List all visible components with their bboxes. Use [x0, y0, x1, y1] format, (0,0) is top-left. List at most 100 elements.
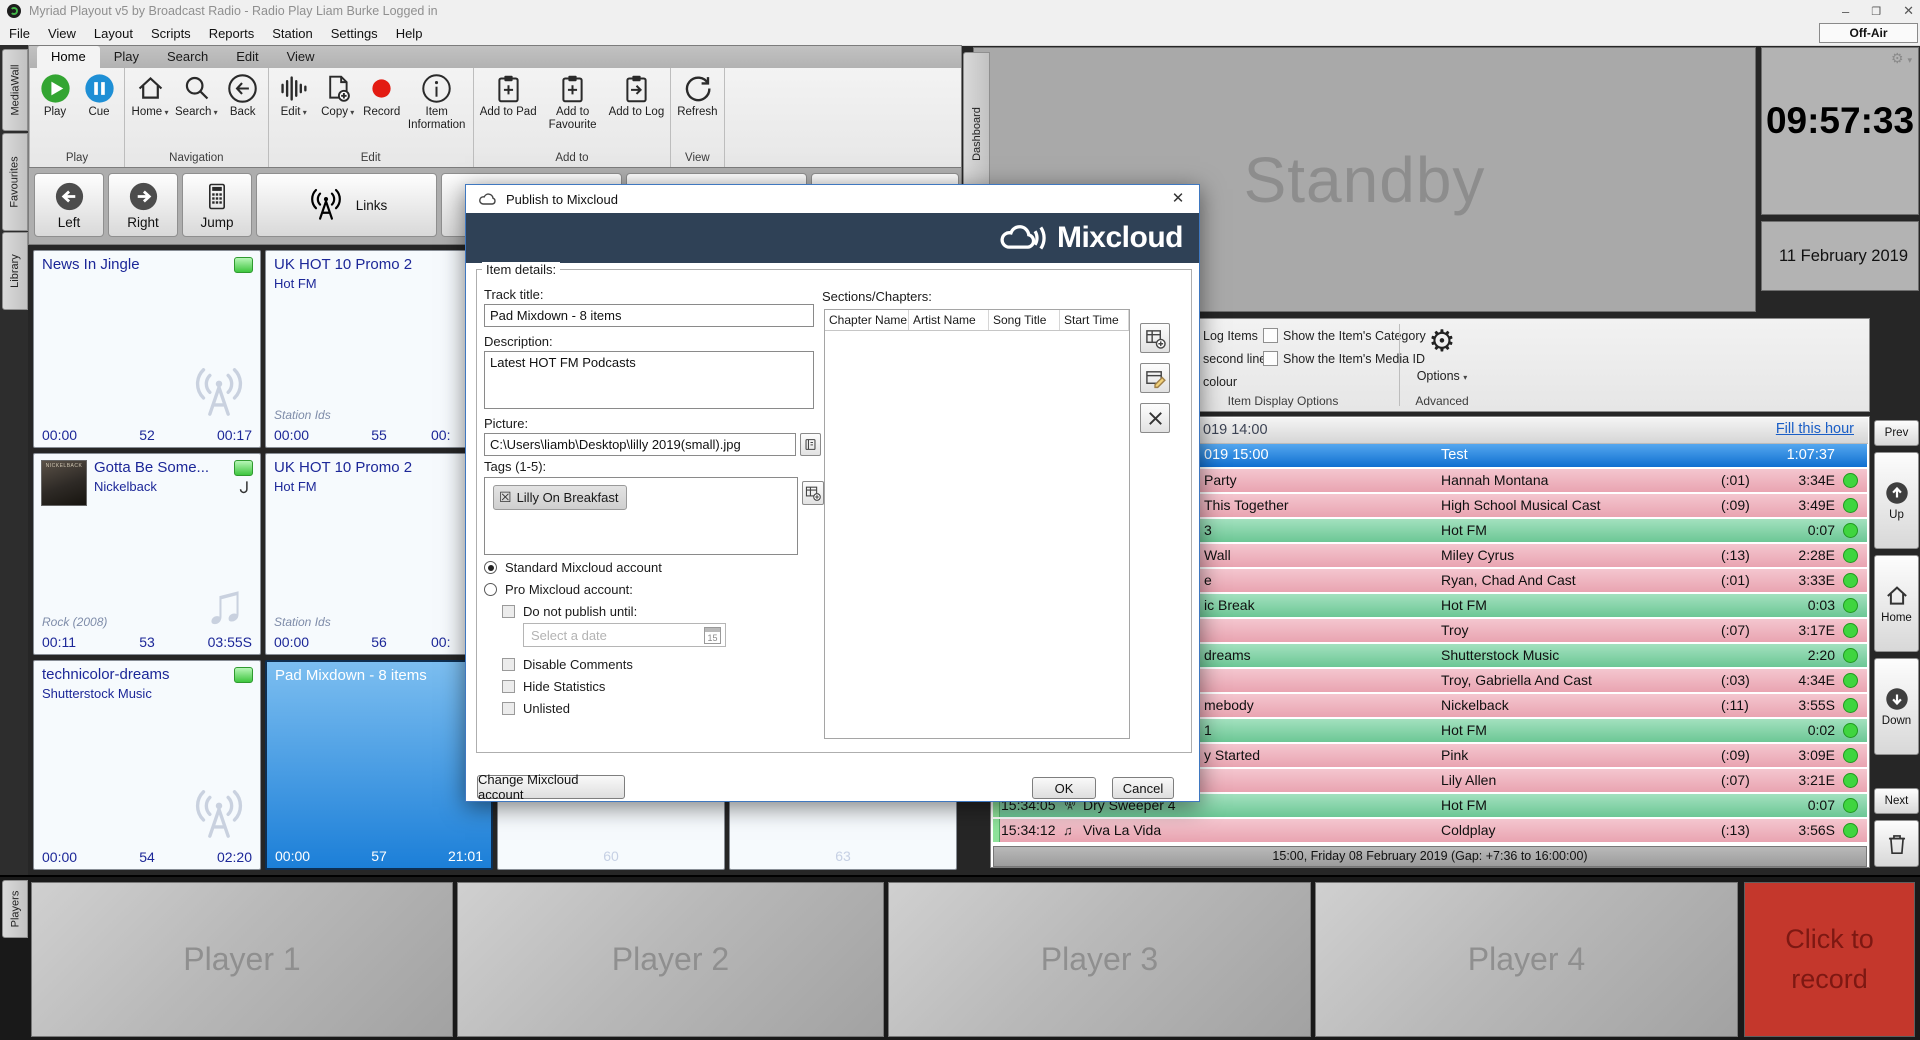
ribbon-tab-search[interactable]: Search	[153, 46, 222, 68]
ribbon-edit-button[interactable]: Edit ▾	[272, 71, 316, 121]
show-category-checkbox[interactable]	[1263, 328, 1278, 343]
ok-button[interactable]: OK	[1032, 777, 1096, 799]
menu-layout[interactable]: Layout	[85, 22, 142, 45]
log-home-button[interactable]: Home	[1874, 555, 1919, 652]
sidebar-tab-library[interactable]: Library	[2, 232, 28, 310]
description-input[interactable]: Latest HOT FM Podcasts	[484, 351, 814, 409]
ribbon-tab-edit[interactable]: Edit	[222, 46, 272, 68]
ribbon-add-to-log-button[interactable]: Add to Log	[606, 71, 668, 121]
ribbon-add-to-pad-button[interactable]: Add to Pad	[477, 71, 540, 121]
ribbon-play-button[interactable]: Play	[33, 71, 77, 121]
cart-card-news-in-jingle[interactable]: News In Jingle00:005200:17	[33, 250, 261, 448]
minimize-icon[interactable]: –	[1842, 4, 1849, 19]
table-plus-icon	[1145, 328, 1166, 349]
cart-card-pad-mixdown-8-items[interactable]: Pad Mixdown - 8 items00:005721:01	[265, 660, 493, 870]
disable-comments-checkbox[interactable]	[502, 658, 515, 671]
ribbon-item-information-button[interactable]: Item Information	[404, 71, 470, 133]
column-header-start-time[interactable]: Start Time	[1060, 310, 1129, 330]
tags-browse-button[interactable]	[802, 481, 824, 505]
ribbon-record-button[interactable]: Record	[360, 71, 404, 121]
cart-card-uk-hot-10-promo-2[interactable]: UK HOT 10 Promo 2Hot FMStation Ids00:005…	[265, 453, 493, 655]
tab-players[interactable]: Players	[2, 880, 28, 938]
maximize-icon[interactable]: ❐	[1871, 5, 1881, 18]
unlisted-checkbox[interactable]	[502, 702, 515, 715]
player-panel-3[interactable]: Player 3	[888, 882, 1311, 1037]
standard-account-radio[interactable]	[484, 561, 497, 574]
ribbon: HomePlaySearchEditView PlayCuePlayHome ▾…	[28, 45, 962, 168]
ribbon-tab-play[interactable]: Play	[100, 46, 153, 68]
show-mediaid-checkbox[interactable]	[1263, 351, 1278, 366]
section-add-button[interactable]	[1140, 323, 1170, 353]
date-placeholder: Select a date	[531, 628, 607, 643]
log-prev-button[interactable]: Prev	[1874, 420, 1919, 446]
log-up-button[interactable]: Up	[1874, 452, 1919, 549]
player-label: Player 1	[183, 941, 300, 978]
ribbon-refresh-button[interactable]: Refresh	[674, 71, 720, 121]
ribbon-button-label: Item Information	[407, 106, 467, 131]
log-row-artist: Test	[1441, 447, 1468, 463]
menu-reports[interactable]: Reports	[200, 22, 264, 45]
ribbon-tab-view[interactable]: View	[273, 46, 329, 68]
menu-help[interactable]: Help	[387, 22, 432, 45]
section-delete-button[interactable]	[1140, 403, 1170, 433]
sections-table-header: Chapter NameArtist NameSong TitleStart T…	[825, 310, 1129, 331]
cart-card-gotta-be-some[interactable]: NICKELBACKGotta Be Some...NickelbackRock…	[33, 453, 261, 655]
tag-chip[interactable]: ☒ Lilly On Breakfast	[493, 485, 627, 510]
sidebar-tab-mediawall[interactable]: MediaWall	[2, 49, 28, 131]
ribbon-search-button[interactable]: Search ▾	[172, 71, 221, 121]
ribbon-cue-button[interactable]: Cue	[77, 71, 121, 121]
toolbar-left-button[interactable]: Left	[34, 173, 104, 237]
log-row-intro: (:11)	[1721, 697, 1749, 713]
publish-date-input[interactable]: Select a date 15	[523, 623, 726, 647]
picture-path-input[interactable]: C:\Users\liamb\Desktop\lilly 2019(small)…	[484, 433, 796, 456]
options-gear-icon[interactable]: ⚙	[1411, 327, 1473, 357]
hide-statistics-checkbox[interactable]	[502, 680, 515, 693]
cart-card-technicolor-dreams[interactable]: technicolor-dreamsShutterstock Music00:0…	[33, 660, 261, 870]
player-panel-4[interactable]: Player 4	[1315, 882, 1738, 1037]
track-title-input[interactable]: Pad Mixdown - 8 items	[484, 304, 814, 327]
sections-chapters-table[interactable]: Chapter NameArtist NameSong TitleStart T…	[824, 309, 1130, 739]
log-next-button[interactable]: Next	[1874, 788, 1919, 814]
ribbon-add-to-favourite-button[interactable]: Add to Favourite	[540, 71, 606, 133]
log-row-intro: (:07)	[1721, 772, 1750, 788]
column-header-chapter-name[interactable]: Chapter Name	[825, 310, 909, 330]
ribbon-copy-button[interactable]: Copy ▾	[316, 71, 360, 121]
toolbar-jump-button[interactable]: Jump	[182, 173, 252, 237]
do-not-publish-checkbox[interactable]	[502, 605, 515, 618]
dialog-close-icon[interactable]: ✕	[1167, 189, 1189, 209]
player-panel-1[interactable]: Player 1	[31, 882, 453, 1037]
picture-browse-button[interactable]	[800, 433, 821, 456]
app-logo-icon	[7, 4, 21, 18]
pro-account-radio[interactable]	[484, 583, 497, 596]
change-account-button[interactable]: Change Mixcloud account	[477, 775, 625, 799]
ribbon-back-button[interactable]: Back	[221, 71, 265, 121]
ribbon-home-button[interactable]: Home ▾	[128, 71, 172, 121]
log-down-button[interactable]: Down	[1874, 658, 1919, 755]
close-icon[interactable]: ✕	[1903, 3, 1914, 19]
click-to-record-button[interactable]: Click to record	[1744, 882, 1915, 1037]
clock-settings-gear-icon[interactable]: ⚙ ▾	[1891, 50, 1912, 67]
menu-scripts[interactable]: Scripts	[142, 22, 200, 45]
toolbar-links-button[interactable]: Links	[256, 173, 437, 237]
ribbon-tab-home[interactable]: Home	[37, 46, 100, 68]
menu-station[interactable]: Station	[263, 22, 321, 45]
menu-settings[interactable]: Settings	[322, 22, 387, 45]
sidebar-tab-favourites[interactable]: Favourites	[2, 133, 28, 231]
fill-this-hour-link[interactable]: Fill this hour	[1776, 421, 1854, 437]
cancel-button[interactable]: Cancel	[1112, 777, 1174, 799]
options-button[interactable]: Options ▾	[1411, 369, 1473, 383]
toolbar-right-button[interactable]: Right	[108, 173, 178, 237]
section-edit-button[interactable]	[1140, 363, 1170, 393]
column-header-artist-name[interactable]: Artist Name	[909, 310, 989, 330]
picture-label: Picture:	[484, 416, 528, 431]
tag-remove-icon[interactable]: ☒	[499, 489, 512, 506]
log-delete-button[interactable]	[1874, 820, 1919, 867]
log-row[interactable]: 15:34:12♫Viva La VidaColdplay(:13)3:56S	[993, 819, 1867, 842]
column-header-song-title[interactable]: Song Title	[989, 310, 1060, 330]
player-panel-2[interactable]: Player 2	[457, 882, 884, 1037]
menu-file[interactable]: File	[0, 22, 39, 45]
cart-card-uk-hot-10-promo-2[interactable]: UK HOT 10 Promo 2Hot FMStation Ids00:005…	[265, 250, 493, 448]
menu-view[interactable]: View	[39, 22, 85, 45]
off-air-button[interactable]: Off-Air	[1819, 23, 1918, 43]
calendar-icon[interactable]: 15	[704, 627, 721, 644]
